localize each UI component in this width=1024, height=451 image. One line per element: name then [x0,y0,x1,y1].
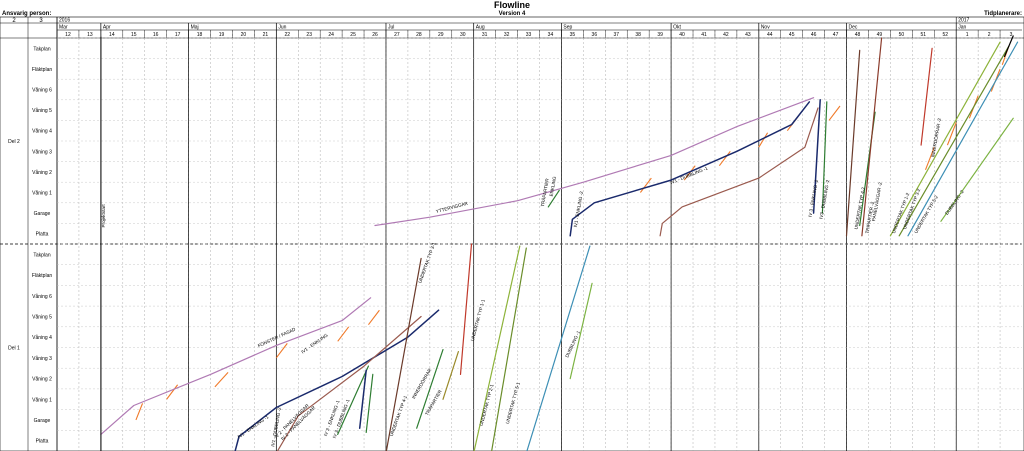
level-label: Fläktplan [32,67,53,73]
week-tick-label: 39 [657,32,663,38]
month-label: Aug [476,25,485,31]
week-tick-label: 15 [131,32,137,38]
week-tick-label: 20 [241,32,247,38]
week-tick-label: 34 [548,32,554,38]
level-label: Platta [36,439,49,445]
level-label: Takplan [33,252,50,258]
level-label: Takplan [33,46,50,52]
level-label: Våning 2 [32,376,52,383]
level-label: Garage [34,418,51,424]
week-tick-label: 46 [811,32,817,38]
week-tick-label: 17 [175,32,181,38]
week-tick-label: 43 [745,32,751,38]
week-tick-label: 48 [855,32,861,38]
week-tick-label: 52 [942,32,948,38]
month-label: Dec [849,25,858,31]
week-tick-label: 42 [723,32,729,38]
level-label: Platta [36,232,49,238]
week-tick-label: 13 [87,32,93,38]
week-tick-label: 45 [789,32,795,38]
week-tick-label: 50 [899,32,905,38]
week-tick-label: 26 [372,32,378,38]
week-tick-label: 36 [592,32,598,38]
week-tick-label: 31 [482,32,488,38]
section-label: Del 1 [8,346,20,352]
week-tick-label: 32 [504,32,510,38]
week-tick-label: 25 [350,32,356,38]
month-label: Mar [59,25,68,31]
chart-title: Flowline [494,0,530,10]
month-label: Jul [388,25,394,31]
month-label: Nov [761,25,770,31]
week-tick-label: 19 [219,32,225,38]
level-label: Fläktplan [32,273,53,279]
week-tick-label: 51 [921,32,927,38]
month-label: Jan [958,25,966,31]
week-tick-label: 24 [328,32,334,38]
week-tick-label: 21 [263,32,269,38]
week-tick-label: 16 [153,32,159,38]
month-label: Okt [673,25,681,31]
planner-label: Tidplanerare: [984,11,1022,17]
section-label: Del 2 [8,139,20,145]
level-label: Våning 2 [32,169,52,176]
week-tick-label: 27 [394,32,400,38]
week-tick-label: 1 [966,32,969,38]
week-tick-label: 47 [833,32,839,38]
year-label: 2017 [958,18,969,24]
month-label: Sep [563,25,572,31]
flowline-chart: Flowline Version 4 Ansvarig person: Tidp… [0,0,1024,451]
month-label: Maj [191,25,199,31]
week-tick-label: 33 [526,32,532,38]
week-tick-label: 37 [613,32,619,38]
week-tick-label: 40 [679,32,685,38]
level-label: Våning 1 [32,190,52,197]
week-tick-label: 2 [988,32,991,38]
level-label: Våning 5 [32,107,52,114]
week-tick-label: 14 [109,32,115,38]
responsible-person-label: Ansvarig person: [2,11,51,17]
series-annotation: Projektstart [101,204,106,228]
level-label: Våning 4 [32,334,52,341]
level-label: Våning 3 [32,148,52,155]
chart-subtitle: Version 4 [499,11,526,17]
week-tick-label: 41 [701,32,707,38]
week-tick-label: 49 [877,32,883,38]
week-tick-label: 23 [306,32,312,38]
year-label: 2016 [59,18,70,24]
week-tick-label: 44 [767,32,773,38]
level-label: Våning 1 [32,396,52,403]
week-tick-label: 35 [570,32,576,38]
level-label: Våning 4 [32,128,52,135]
level-label: Våning 3 [32,355,52,362]
month-label: Apr [103,25,111,31]
week-tick-label: 38 [635,32,641,38]
week-tick-label: 29 [438,32,444,38]
level-label: Våning 6 [32,87,52,94]
week-tick-label: 18 [197,32,203,38]
week-tick-label: 22 [285,32,291,38]
level-label: Våning 6 [32,293,52,300]
week-tick-label: 28 [416,32,422,38]
month-label: Jun [278,25,286,31]
week-tick-label: 30 [460,32,466,38]
level-label: Våning 5 [32,313,52,320]
week-tick-label: 12 [65,32,71,38]
level-label: Garage [34,211,51,217]
